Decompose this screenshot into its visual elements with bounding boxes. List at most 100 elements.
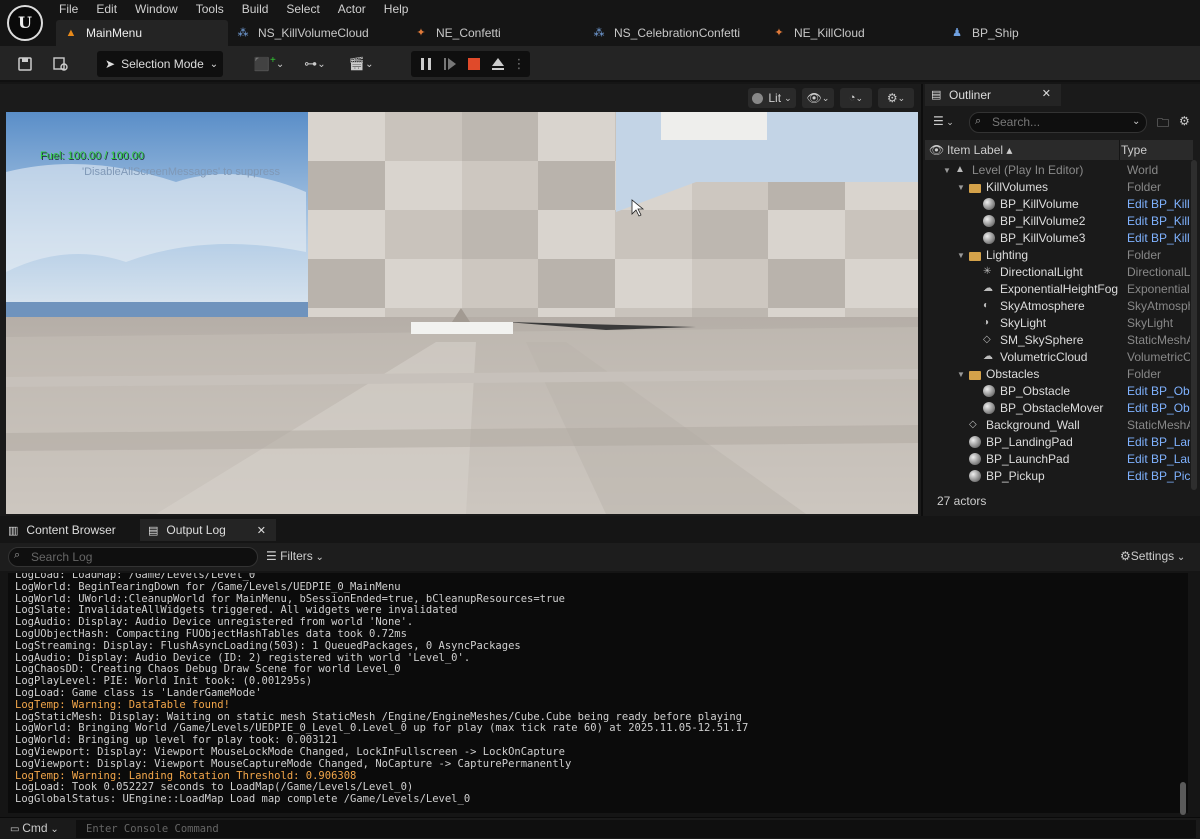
edit-blueprint-link[interactable]: Edit BP_Obs <box>1127 400 1190 417</box>
log-line: LogGlobalStatus: UEngine::LoadMap Load m… <box>15 793 471 806</box>
gear-icon: ⚙ <box>1120 549 1131 563</box>
cinematics-button[interactable]: 🎬︎ ⌄ <box>344 52 378 76</box>
tab-ne-killcloud[interactable]: ✦ NE_KillCloud <box>764 20 942 46</box>
console-bar: ▭ Cmd ⌄ Enter Console Command <box>0 817 1200 839</box>
scalability-icon: ◔ <box>848 92 856 104</box>
add-folder-icon[interactable]: 🗀︎ <box>1157 114 1169 135</box>
play-controls: ⋮ <box>411 51 530 77</box>
outliner-row[interactable]: BP_LaunchPad Edit BP_Lau <box>925 451 1190 468</box>
frame-skip-button[interactable] <box>441 52 459 76</box>
pause-button[interactable] <box>417 52 435 76</box>
level-viewport[interactable]: Lit ⌄ 👁︎ ⌄ ◔ ⌄ ⚙ ⌄ Fuel: 100.00 / 100.00… <box>0 84 921 516</box>
save-button[interactable] <box>14 52 36 76</box>
menu-actor[interactable]: Actor <box>329 0 375 18</box>
view-mode-dropdown[interactable]: Lit ⌄ <box>748 88 796 108</box>
edit-blueprint-link[interactable]: Edit BP_Obs <box>1127 383 1190 400</box>
edit-blueprint-link[interactable]: Edit BP_Pick <box>1127 468 1190 485</box>
mesh-icon: ◇ <box>983 334 991 345</box>
outliner-row[interactable]: ◐ SkyAtmosphere SkyAtmosph <box>925 298 1190 315</box>
close-icon[interactable]: ✕ <box>1042 87 1051 100</box>
game-scene[interactable]: Fuel: 100.00 / 100.00 'DisableAllScreenM… <box>6 112 918 514</box>
outliner-row[interactable]: ▼ ▲ Level (Play In Editor) World <box>925 162 1190 179</box>
expand-arrow-icon[interactable]: ▼ <box>943 162 951 179</box>
menu-help[interactable]: Help <box>375 0 418 18</box>
search-log-input[interactable]: Search Log <box>8 547 258 567</box>
tab-mainmenu[interactable]: ▲ MainMenu <box>56 20 228 46</box>
type-header[interactable]: Type <box>1121 143 1147 157</box>
tab-bp-ship[interactable]: ♟ BP_Ship <box>942 20 1052 46</box>
filter-dropdown[interactable]: ☰ ⌄ <box>933 114 954 128</box>
row-label: BP_KillVolume2 <box>1000 214 1086 228</box>
stop-button[interactable] <box>465 52 483 76</box>
edit-blueprint-link[interactable]: Edit BP_Lau <box>1127 451 1190 468</box>
outliner-scrollbar[interactable] <box>1191 160 1197 490</box>
chevron-down-icon: ⌄ <box>855 92 864 103</box>
more-options-icon[interactable]: ⋮ <box>513 52 526 76</box>
expand-arrow-icon[interactable]: ▼ <box>957 179 965 196</box>
browse-button[interactable] <box>50 52 72 76</box>
menu-edit[interactable]: Edit <box>87 0 126 18</box>
eject-button[interactable] <box>489 52 507 76</box>
outliner-row[interactable]: BP_Pickup Edit BP_Pick <box>925 468 1190 485</box>
show-flags-dropdown[interactable]: 👁︎ ⌄ <box>802 88 834 108</box>
outliner-row[interactable]: ▼ KillVolumes Folder <box>925 179 1190 196</box>
outliner-row[interactable]: ☁ ExponentialHeightFog ExponentialH <box>925 281 1190 298</box>
close-icon[interactable]: ✕ <box>257 524 266 537</box>
tab-content-browser[interactable]: ▥ Content Browser <box>8 519 136 541</box>
tab-ns-killvolumecloud[interactable]: ⁂ NS_KillVolumeCloud <box>228 20 406 46</box>
menu-file[interactable]: File <box>50 0 87 18</box>
expand-arrow-icon[interactable]: ▼ <box>957 247 965 264</box>
unreal-logo[interactable]: U <box>7 5 43 41</box>
outliner-search-input[interactable]: Search... <box>969 112 1147 133</box>
menu-window[interactable]: Window <box>126 0 187 18</box>
lit-label: Lit <box>768 91 782 105</box>
edit-blueprint-link[interactable]: Edit BP_KillV <box>1127 230 1190 247</box>
console-command-input[interactable]: Enter Console Command <box>76 820 1196 838</box>
edit-blueprint-link[interactable]: Edit BP_KillV <box>1127 213 1190 230</box>
settings-icon[interactable]: ⚙ <box>1179 114 1190 128</box>
add-actor-button[interactable]: ⬛+ ⌄ <box>252 52 286 76</box>
outliner-row[interactable]: ◇ Background_Wall StaticMeshA <box>925 417 1190 434</box>
performance-dropdown[interactable]: ◔ ⌄ <box>840 88 872 108</box>
outliner-row[interactable]: BP_KillVolume2 Edit BP_KillV <box>925 213 1190 230</box>
visibility-eye-icon[interactable]: 👁︎ <box>929 143 944 157</box>
outliner-row[interactable]: ▼ Obstacles Folder <box>925 366 1190 383</box>
log-line: LogUObjectHash: Compacting FUObjectHashT… <box>15 628 407 640</box>
chevron-down-icon[interactable]: ⌄ <box>1132 116 1140 127</box>
outliner-tab[interactable]: ▤ Outliner ✕ <box>925 84 1061 106</box>
row-label: SM_SkySphere <box>1000 333 1084 347</box>
menu-build[interactable]: Build <box>233 0 278 18</box>
outliner-row[interactable]: BP_KillVolume Edit BP_KillV <box>925 196 1190 213</box>
outliner-row[interactable]: ◑ SkyLight SkyLight <box>925 315 1190 332</box>
edit-blueprint-link[interactable]: Edit BP_KillV <box>1127 196 1190 213</box>
outliner-row[interactable]: BP_KillVolume3 Edit BP_KillV <box>925 230 1190 247</box>
blueprint-menu-button[interactable]: ⊶ ⌄ <box>298 52 332 76</box>
outliner-row[interactable]: ▼ Lighting Folder <box>925 247 1190 264</box>
outliner-row[interactable]: ✳ DirectionalLight DirectionalLi <box>925 264 1190 281</box>
settings-dropdown[interactable]: ⚙Settings ⌄ <box>1120 549 1185 563</box>
filters-dropdown[interactable]: ☰ Filters ⌄ <box>266 549 324 563</box>
save-icon <box>18 57 32 71</box>
output-log-text[interactable]: LogLoad: LoadMap: /Game/Levels/Level_0 Lo… <box>8 573 1188 813</box>
row-label: Lighting <box>986 248 1029 262</box>
row-type: SkyAtmosph <box>1127 299 1190 313</box>
outliner-row[interactable]: BP_Obstacle Edit BP_Obs <box>925 383 1190 400</box>
log-toolbar: Search Log ⌕ ☰ Filters ⌄ ⚙Settings ⌄ <box>0 543 1200 571</box>
item-label-column[interactable]: Item Label ▴ <box>947 143 1012 157</box>
tab-ne-confetti[interactable]: ✦ NE_Confetti <box>406 20 584 46</box>
selection-mode-dropdown[interactable]: ➤ Selection Mode ⌄ <box>97 51 223 77</box>
outliner-row[interactable]: ◇ SM_SkySphere StaticMeshA <box>925 332 1190 349</box>
outliner-row[interactable]: ☁ VolumetricCloud VolumetricCl <box>925 349 1190 366</box>
cmd-label: Cmd <box>22 821 48 835</box>
menu-select[interactable]: Select <box>277 0 328 18</box>
viewport-settings-dropdown[interactable]: ⚙ ⌄ <box>878 88 914 108</box>
log-scrollbar[interactable] <box>1180 782 1186 815</box>
tab-output-log[interactable]: ▤ Output Log ✕ <box>140 519 276 541</box>
outliner-row[interactable]: BP_ObstacleMover Edit BP_Obs <box>925 400 1190 417</box>
edit-blueprint-link[interactable]: Edit BP_Lan <box>1127 434 1190 451</box>
expand-arrow-icon[interactable]: ▼ <box>957 366 965 383</box>
tab-ns-celebrationconfetti[interactable]: ⁂ NS_CelebrationConfetti <box>584 20 764 46</box>
menu-tools[interactable]: Tools <box>187 0 233 18</box>
cmd-dropdown[interactable]: ▭ Cmd ⌄ <box>10 821 59 835</box>
outliner-row[interactable]: BP_LandingPad Edit BP_Lan <box>925 434 1190 451</box>
